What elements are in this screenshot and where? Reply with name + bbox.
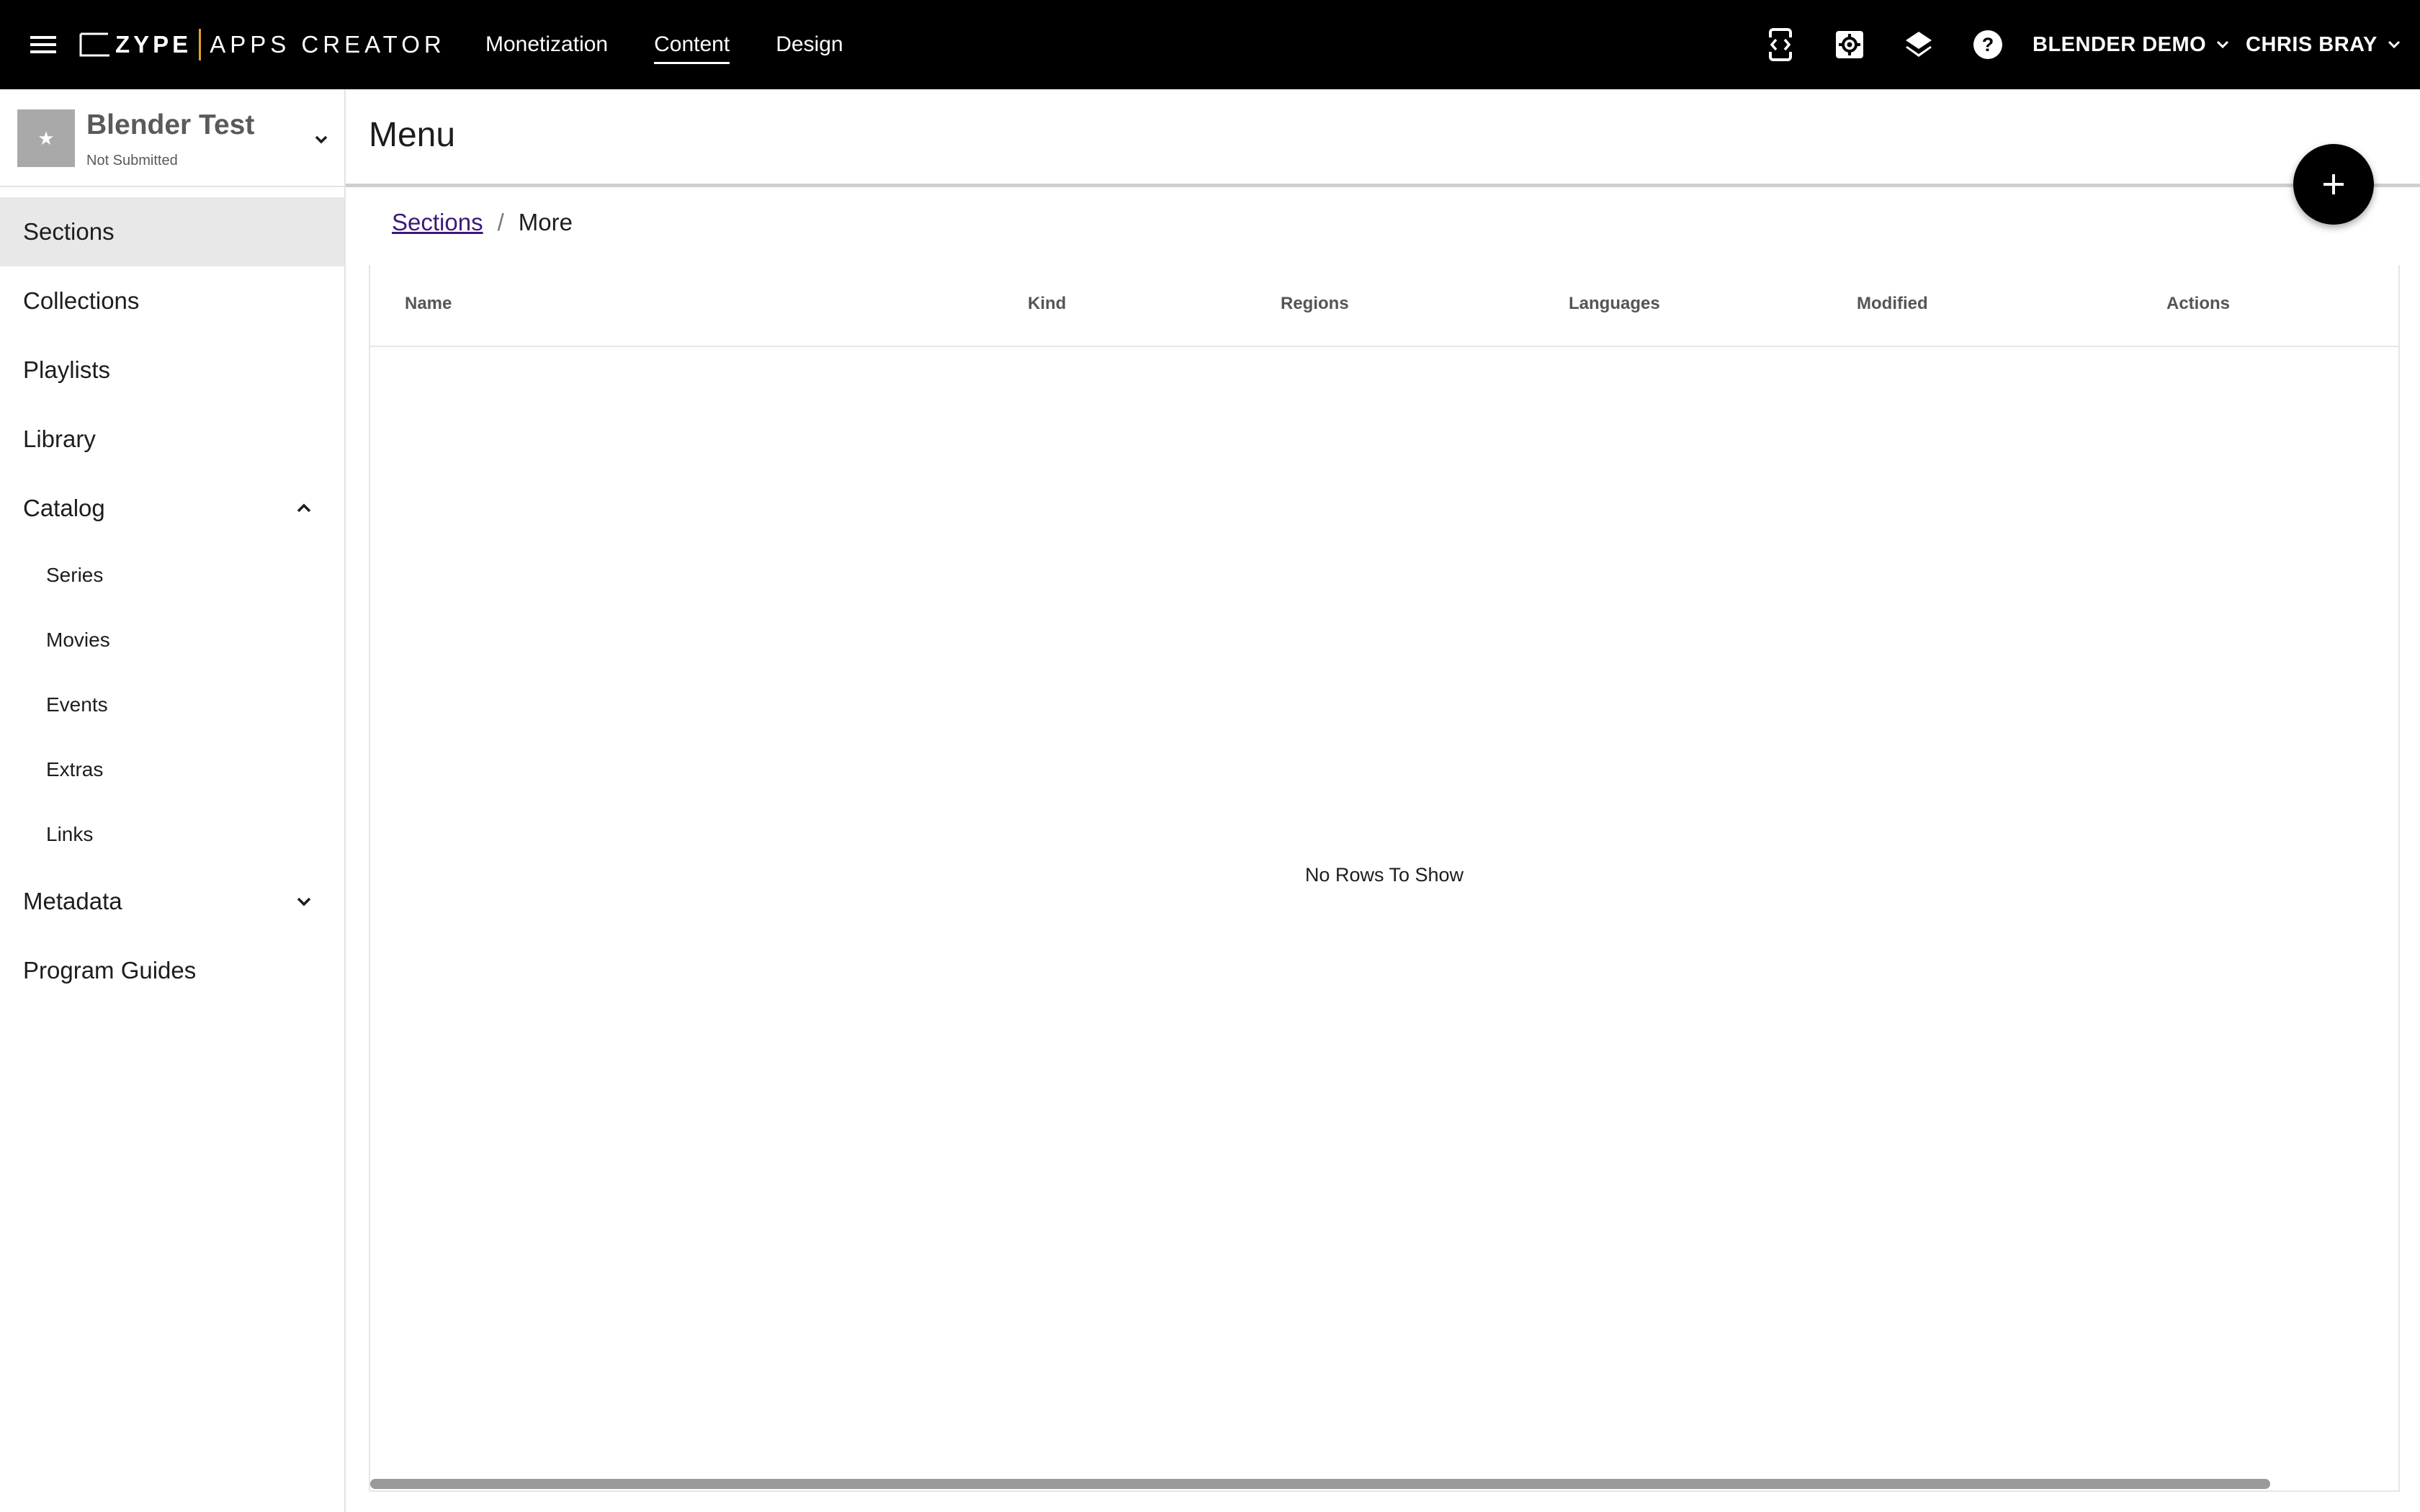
breadcrumb-sections-link[interactable]: Sections [392, 209, 483, 236]
column-header-name[interactable]: Name [405, 294, 452, 314]
chevron-down-icon [297, 897, 311, 906]
sidebar: ★ Blender Test Not Submitted Sections Co… [0, 89, 346, 1512]
top-navigation-bar: ZYPE APPS CREATOR Monetization Content D… [0, 0, 2420, 89]
hamburger-menu-icon[interactable] [26, 27, 60, 62]
sidebar-item-metadata[interactable]: Metadata [0, 867, 344, 936]
column-header-regions[interactable]: Regions [1281, 294, 1349, 314]
account-label: BLENDER DEMO [2033, 32, 2207, 56]
column-header-modified[interactable]: Modified [1857, 294, 1928, 314]
chevron-down-icon [2388, 40, 2400, 49]
sidebar-item-label: Catalog [23, 495, 105, 521]
sidebar-item-label: Program Guides [23, 957, 197, 984]
layers-icon[interactable] [1900, 26, 1937, 63]
app-preview-icon[interactable] [1762, 26, 1799, 63]
sidebar-item-playlists[interactable]: Playlists [0, 336, 344, 405]
sidebar-nav: Sections Collections Playlists Library C… [0, 197, 344, 1005]
table-header: Name Kind Regions Languages Modified Act… [370, 265, 2398, 347]
sidebar-item-label: Collections [23, 287, 140, 314]
add-button[interactable] [2293, 144, 2374, 225]
sidebar-item-catalog[interactable]: Catalog [0, 474, 344, 543]
sidebar-item-label: Playlists [23, 356, 111, 383]
zype-apps-creator-logo[interactable]: ZYPE APPS CREATOR [79, 26, 446, 63]
settings-icon[interactable] [1831, 26, 1868, 63]
sidebar-item-library[interactable]: Library [0, 405, 344, 474]
sidebar-subitem-links[interactable]: Links [0, 802, 344, 867]
logo-product-text: APPS CREATOR [210, 31, 446, 58]
chevron-down-icon[interactable] [310, 128, 333, 151]
chevron-up-icon [297, 503, 311, 513]
menu-items-table: Name Kind Regions Languages Modified Act… [369, 265, 2400, 1492]
svg-text:?: ? [1982, 34, 1994, 55]
app-thumbnail: ★ [17, 109, 75, 167]
sidebar-item-label: Metadata [23, 888, 122, 914]
logo-divider [199, 29, 202, 60]
app-name: Blender Test [86, 109, 255, 140]
user-dropdown[interactable]: CHRIS BRAY [2246, 27, 2403, 62]
logo-brand-text: ZYPE [115, 31, 192, 58]
column-header-kind[interactable]: Kind [1028, 294, 1066, 314]
horizontal-scrollbar[interactable] [370, 1479, 2270, 1489]
title-divider [346, 184, 2420, 187]
zype-logo-mark-icon [79, 32, 109, 57]
breadcrumb-current: More [518, 209, 573, 235]
main-nav: Monetization Content Design [485, 0, 889, 89]
column-header-languages[interactable]: Languages [1569, 294, 1660, 314]
plus-icon [2323, 174, 2344, 194]
nav-design[interactable]: Design [776, 24, 843, 66]
sidebar-item-sections[interactable]: Sections [0, 197, 344, 266]
breadcrumb-separator: / [497, 209, 504, 235]
nav-content[interactable]: Content [654, 24, 730, 66]
chevron-down-icon [2217, 40, 2229, 49]
nav-monetization[interactable]: Monetization [485, 24, 608, 66]
breadcrumb: Sections / More [392, 209, 573, 236]
sidebar-item-label: Library [23, 426, 96, 452]
sidebar-subitem-movies[interactable]: Movies [0, 608, 344, 672]
sidebar-subitem-series[interactable]: Series [0, 543, 344, 608]
page-title: Menu [369, 116, 456, 154]
sidebar-subitem-events[interactable]: Events [0, 672, 344, 737]
empty-table-message: No Rows To Show [1304, 864, 1464, 886]
account-dropdown[interactable]: BLENDER DEMO [2033, 27, 2232, 62]
help-icon[interactable]: ? [1969, 26, 2007, 63]
sidebar-item-program-guides[interactable]: Program Guides [0, 936, 344, 1005]
column-header-actions[interactable]: Actions [2166, 294, 2230, 314]
app-selector[interactable]: ★ Blender Test Not Submitted [0, 89, 344, 187]
top-action-icons: ? [1762, 26, 2038, 63]
user-label: CHRIS BRAY [2246, 32, 2378, 56]
sidebar-subitem-extras[interactable]: Extras [0, 737, 344, 802]
sidebar-item-collections[interactable]: Collections [0, 266, 344, 336]
app-status: Not Submitted [86, 153, 178, 168]
sidebar-item-label: Sections [23, 218, 115, 245]
